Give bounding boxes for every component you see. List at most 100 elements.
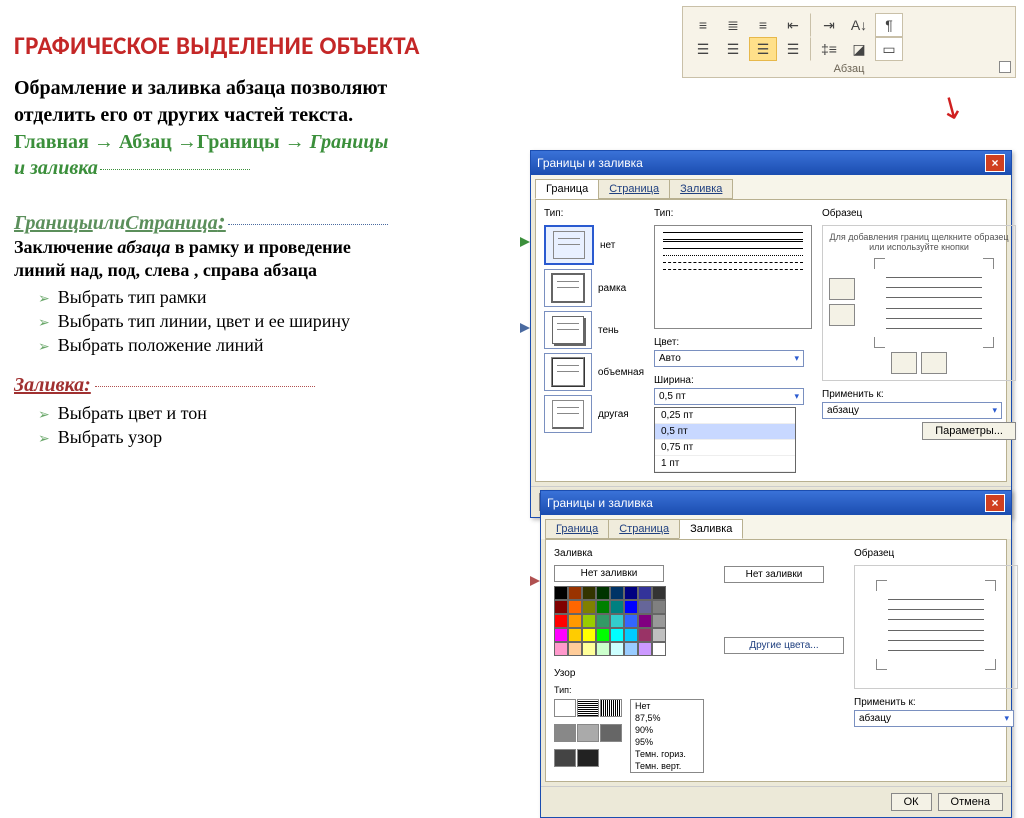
- decrease-indent-icon[interactable]: ⇤: [779, 13, 811, 37]
- nofill-swatch[interactable]: Нет заливки: [554, 565, 664, 582]
- increase-indent-icon[interactable]: ⇥: [815, 13, 843, 37]
- color-select[interactable]: Авто▾: [654, 350, 804, 367]
- path-main: Главная → Абзац →Границы →: [14, 131, 310, 153]
- width-opt[interactable]: 1 пт: [655, 456, 795, 472]
- width-select[interactable]: 0,5 пт▾: [654, 388, 804, 405]
- type-custom[interactable]: [544, 395, 592, 433]
- applyto-value: абзацу: [859, 713, 891, 724]
- intro-text: Обрамление и заливка абзаца позволяют от…: [14, 75, 394, 129]
- type-none[interactable]: [544, 225, 594, 265]
- tab-border[interactable]: Граница: [535, 179, 599, 199]
- params-button[interactable]: Параметры...: [922, 422, 1016, 440]
- pattern-opt[interactable]: Темн. гориз.: [631, 748, 703, 760]
- type-shadow[interactable]: [544, 311, 592, 349]
- align-right-icon[interactable]: ☰: [749, 37, 777, 61]
- preview-label: Образец: [854, 548, 1018, 559]
- justify-icon[interactable]: ☰: [779, 37, 811, 61]
- applyto-label: Применить к:: [854, 697, 1018, 708]
- width-opt[interactable]: 0,5 пт: [655, 424, 795, 440]
- section-borders-a: Границы: [14, 212, 93, 234]
- preview-box: [854, 565, 1018, 689]
- section-borders-or: или: [93, 212, 126, 235]
- pattern-opt[interactable]: 95%: [631, 736, 703, 748]
- type-shadow-label: тень: [598, 325, 619, 336]
- tab-page[interactable]: Страница: [608, 519, 680, 539]
- close-icon[interactable]: ×: [985, 154, 1005, 172]
- type-box-label: рамка: [598, 283, 626, 294]
- width-dropdown[interactable]: 0,25 пт 0,5 пт 0,75 пт 1 пт: [654, 407, 796, 473]
- sort-icon[interactable]: A↓: [845, 13, 873, 37]
- width-label: Ширина:: [654, 375, 812, 386]
- applyto-label: Применить к:: [822, 389, 1016, 400]
- applyto-value: абзацу: [827, 405, 859, 416]
- fill-label: Заливка: [554, 548, 704, 559]
- applyto-select[interactable]: абзацу▾: [854, 710, 1014, 727]
- pattern-swatches[interactable]: [554, 699, 626, 773]
- dialog-tabs: Граница Страница Заливка: [531, 175, 1011, 199]
- close-icon[interactable]: ×: [985, 494, 1005, 512]
- ok-button[interactable]: ОК: [891, 793, 932, 811]
- type-3d-label: объемная: [598, 367, 644, 378]
- tab-page[interactable]: Страница: [598, 179, 670, 199]
- desc-a: Заключение: [14, 237, 117, 257]
- dialog-titlebar[interactable]: Границы и заливка ×: [541, 491, 1011, 515]
- more-colors-button[interactable]: Другие цвета...: [724, 637, 844, 654]
- cancel-button[interactable]: Отмена: [938, 793, 1003, 811]
- arrow-blue-icon: [520, 323, 530, 333]
- fill-dialog: Границы и заливка × Граница Страница Зал…: [540, 490, 1012, 818]
- type-box[interactable]: [544, 269, 592, 307]
- preview-page[interactable]: [874, 258, 994, 348]
- section-borders-colon: :: [218, 209, 226, 235]
- red-arrow-icon: ↘: [932, 86, 971, 129]
- tab-fill[interactable]: Заливка: [669, 179, 733, 199]
- align-left-icon[interactable]: ☰: [689, 37, 717, 61]
- show-marks-icon[interactable]: ¶: [875, 13, 903, 37]
- align-center-icon[interactable]: ☰: [719, 37, 747, 61]
- preview-label: Образец: [822, 208, 1016, 219]
- pattern-label: Узор: [554, 668, 704, 679]
- pattern-opt[interactable]: 90%: [631, 724, 703, 736]
- line-style-list[interactable]: [654, 225, 812, 329]
- section-fill-text: Заливка:: [14, 374, 91, 396]
- ribbon-group-label: Абзац: [689, 63, 1009, 75]
- color-value: Авто: [659, 353, 681, 364]
- pattern-opt[interactable]: 87,5%: [631, 712, 703, 724]
- preview-page: [876, 580, 996, 670]
- dialog-launcher-icon[interactable]: [999, 61, 1011, 73]
- pattern-list[interactable]: Нет 87,5% 90% 95% Темн. гориз. Темн. вер…: [630, 699, 704, 773]
- arrow-green-icon: [520, 237, 530, 247]
- borders-button[interactable]: ▭: [875, 37, 903, 61]
- width-value: 0,5 пт: [659, 391, 686, 402]
- color-palette[interactable]: [554, 586, 704, 656]
- type-label: Тип:: [544, 208, 644, 219]
- pattern-opt[interactable]: Темн. верт.: [631, 760, 703, 772]
- line-spacing-icon[interactable]: ‡≡: [815, 37, 843, 61]
- type-3d[interactable]: [544, 353, 592, 391]
- dialog-title: Границы и заливка: [537, 156, 643, 170]
- color-label: Цвет:: [654, 337, 812, 348]
- applyto-select[interactable]: абзацу▾: [822, 402, 1002, 419]
- numbering-icon[interactable]: ≣: [719, 13, 747, 37]
- border-left-btn[interactable]: [891, 352, 917, 374]
- linetype-label: Тип:: [654, 208, 812, 219]
- menu-path: Главная → Абзац →Границы → Границы и зал…: [14, 129, 394, 181]
- tab-border[interactable]: Граница: [545, 519, 609, 539]
- ribbon-paragraph-group: ≡ ≣ ≡ ⇤ ⇥ A↓ ¶ ☰ ☰ ☰ ☰ ‡≡ ◪ ▭ Абзац: [682, 6, 1016, 78]
- pattern-opt[interactable]: Нет: [631, 700, 703, 712]
- border-top-btn[interactable]: [829, 278, 855, 300]
- shading-icon[interactable]: ◪: [845, 37, 873, 61]
- dialog-tabs: Граница Страница Заливка: [541, 515, 1011, 539]
- border-right-btn[interactable]: [921, 352, 947, 374]
- tab-fill[interactable]: Заливка: [679, 519, 743, 539]
- pattern-type-label: Тип:: [554, 685, 704, 695]
- desc-b: абзаца: [117, 237, 170, 257]
- width-opt[interactable]: 0,75 пт: [655, 440, 795, 456]
- dialog-titlebar[interactable]: Границы и заливка ×: [531, 151, 1011, 175]
- border-bottom-btn[interactable]: [829, 304, 855, 326]
- dialog-title: Границы и заливка: [547, 496, 653, 510]
- nofill-button[interactable]: Нет заливки: [724, 566, 824, 583]
- preview-hint: Для добавления границ щелкните образец и…: [829, 232, 1009, 252]
- bullets-icon[interactable]: ≡: [689, 13, 717, 37]
- multilevel-icon[interactable]: ≡: [749, 13, 777, 37]
- width-opt[interactable]: 0,25 пт: [655, 408, 795, 424]
